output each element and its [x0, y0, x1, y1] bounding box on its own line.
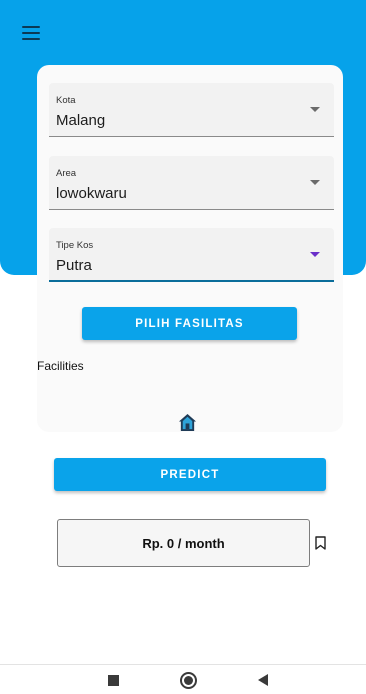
kota-value: Malang	[56, 112, 106, 129]
kota-dropdown[interactable]: Kota Malang	[49, 83, 334, 137]
bookmark-icon[interactable]	[315, 536, 326, 550]
tipe-kos-dropdown[interactable]: Tipe Kos Putra	[49, 228, 334, 282]
area-label: Area	[56, 168, 77, 179]
result-text: Rp. 0 / month	[142, 535, 225, 551]
system-navigation-bar	[0, 664, 366, 694]
result-box: Rp. 0 / month	[57, 519, 310, 567]
dropdown-arrow-icon	[310, 252, 320, 257]
facilities-label: Facilities	[37, 359, 84, 373]
kota-label: Kota	[56, 95, 76, 106]
menu-icon[interactable]	[22, 26, 40, 40]
house-icon	[178, 413, 197, 432]
tipe-kos-value: Putra	[56, 257, 92, 274]
dropdown-arrow-icon	[310, 107, 320, 112]
home-circle-icon[interactable]	[180, 672, 197, 689]
recents-square-icon[interactable]	[108, 675, 119, 686]
dropdown-arrow-icon	[310, 180, 320, 185]
back-triangle-icon[interactable]	[258, 674, 268, 686]
tipe-kos-label: Tipe Kos	[56, 240, 94, 251]
area-dropdown[interactable]: Area lowokwaru	[49, 156, 334, 210]
area-value: lowokwaru	[56, 185, 127, 202]
pilih-fasilitas-button[interactable]: PILIH FASILITAS	[82, 307, 297, 340]
predict-button[interactable]: PREDICT	[54, 458, 326, 491]
form-card: Kota Malang Area lowokwaru Tipe Kos Putr…	[37, 65, 343, 432]
